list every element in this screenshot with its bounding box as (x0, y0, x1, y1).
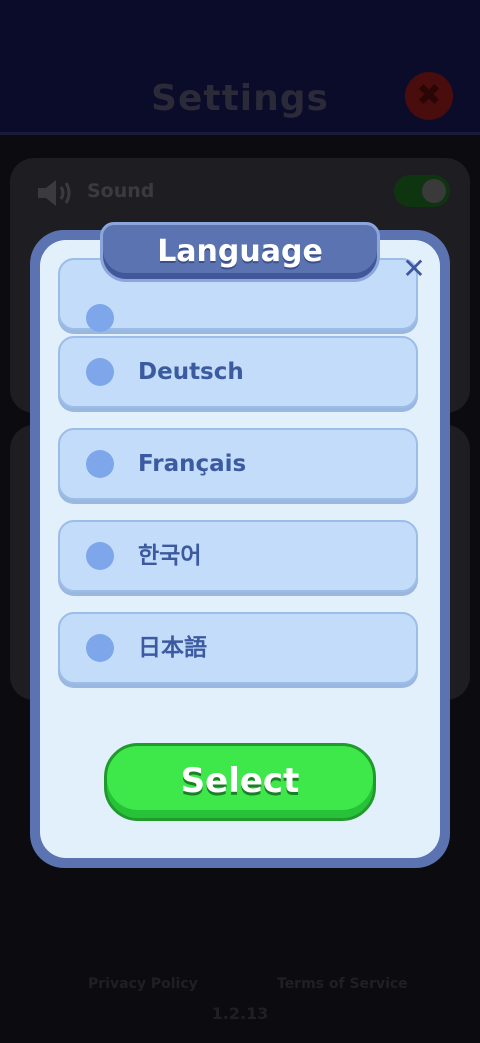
language-option-label: Français (138, 451, 247, 477)
radio-icon (86, 542, 114, 570)
app-version: 1.2.13 (211, 1004, 269, 1023)
close-icon[interactable]: ✕ (398, 253, 430, 285)
language-option-label: 日本語 (138, 635, 207, 661)
speaker-icon (36, 178, 76, 208)
select-button[interactable]: Select (104, 743, 376, 821)
radio-icon (86, 450, 114, 478)
language-modal-title: Language (100, 222, 380, 282)
radio-icon (86, 634, 114, 662)
language-option-label: Deutsch (138, 359, 244, 385)
sound-label: Sound (87, 180, 155, 202)
language-option-label: 한국어 (138, 543, 202, 569)
language-option-deutsch[interactable]: Deutsch (58, 336, 418, 408)
terms-of-service-link[interactable]: Terms of Service (277, 976, 408, 992)
sound-toggle[interactable] (394, 175, 450, 207)
radio-icon (86, 358, 114, 386)
privacy-policy-link[interactable]: Privacy Policy (88, 976, 198, 992)
language-option-korean[interactable]: 한국어 (58, 520, 418, 592)
language-option-francais[interactable]: Français (58, 428, 418, 500)
radio-icon (86, 304, 114, 332)
language-option-japanese[interactable]: 日本語 (58, 612, 418, 684)
settings-close-button[interactable]: ✖ (405, 72, 453, 120)
